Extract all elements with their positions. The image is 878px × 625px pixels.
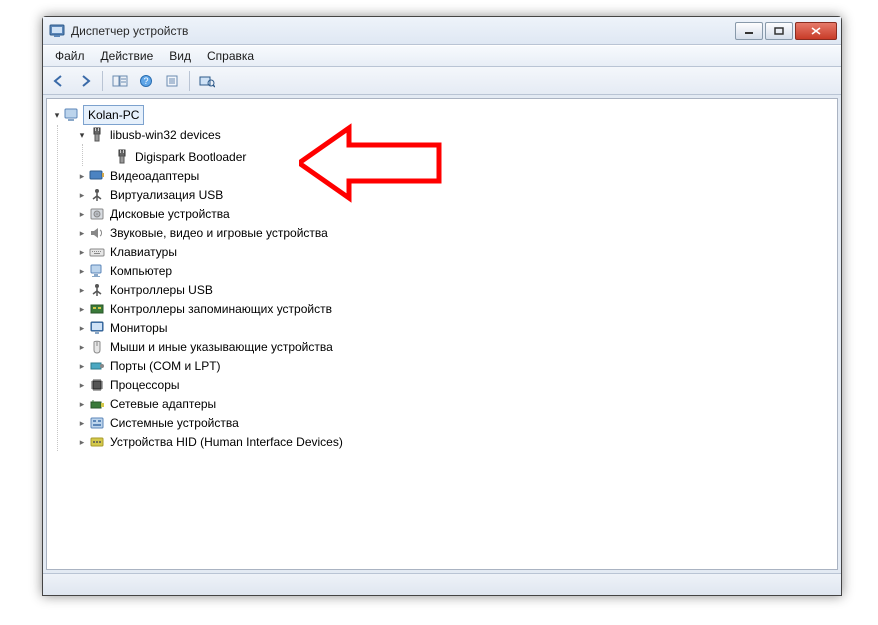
- close-button[interactable]: [795, 22, 837, 40]
- tree-item-label[interactable]: Мониторы: [108, 319, 169, 337]
- usb-controller-icon: [89, 187, 105, 203]
- svg-text:?: ?: [143, 76, 148, 86]
- usb-plug-icon: [89, 127, 105, 143]
- tree-item-label[interactable]: Контроллеры USB: [108, 281, 215, 299]
- expand-toggle[interactable]: [76, 338, 88, 356]
- toolbar-separator: [189, 71, 190, 91]
- expand-toggle[interactable]: [76, 376, 88, 394]
- usb-controller-icon: [89, 282, 105, 298]
- properties-button[interactable]: [160, 70, 184, 92]
- computer-root-icon: [64, 107, 80, 123]
- tree-item-label[interactable]: Digispark Bootloader: [133, 148, 248, 166]
- expand-toggle[interactable]: [76, 414, 88, 432]
- expand-toggle[interactable]: [51, 106, 63, 124]
- tree-item-label[interactable]: Видеоадаптеры: [108, 167, 201, 185]
- window-controls: [733, 22, 837, 40]
- menubar: Файл Действие Вид Справка: [43, 45, 841, 67]
- storage-controller-icon: [89, 301, 105, 317]
- system-device-icon: [89, 415, 105, 431]
- tree-item-label[interactable]: Сетевые адаптеры: [108, 395, 218, 413]
- expand-toggle[interactable]: [76, 224, 88, 242]
- menu-file[interactable]: Файл: [47, 46, 93, 66]
- tree-item-label[interactable]: Контроллеры запоминающих устройств: [108, 300, 334, 318]
- network-adapter-icon: [89, 396, 105, 412]
- tree-item-label[interactable]: Устройства HID (Human Interface Devices): [108, 433, 345, 451]
- expand-toggle[interactable]: [76, 126, 88, 144]
- menu-view[interactable]: Вид: [161, 46, 199, 66]
- show-hidden-button[interactable]: [108, 70, 132, 92]
- toolbar: ?: [43, 67, 841, 95]
- statusbar: [43, 573, 841, 595]
- help-button[interactable]: ?: [134, 70, 158, 92]
- keyboard-icon: [89, 244, 105, 260]
- expand-toggle[interactable]: [76, 433, 88, 451]
- tree-item-label[interactable]: Мыши и иные указывающие устройства: [108, 338, 335, 356]
- device-tree[interactable]: Kolan-PC libusb-win32 devices Digispark B…: [46, 98, 838, 570]
- tree-root-label[interactable]: Kolan-PC: [83, 105, 144, 125]
- maximize-button[interactable]: [765, 22, 793, 40]
- tree-item-label[interactable]: Виртуализация USB: [108, 186, 225, 204]
- expand-toggle[interactable]: [76, 357, 88, 375]
- processor-icon: [89, 377, 105, 393]
- app-icon: [49, 23, 65, 39]
- disk-drive-icon: [89, 206, 105, 222]
- mouse-icon: [89, 339, 105, 355]
- tree-item-label[interactable]: Порты (COM и LPT): [108, 357, 223, 375]
- expand-toggle[interactable]: [76, 262, 88, 280]
- toolbar-separator: [102, 71, 103, 91]
- sound-icon: [89, 225, 105, 241]
- display-adapter-icon: [89, 168, 105, 184]
- device-manager-window: Диспетчер устройств Файл Действие Вид Сп…: [42, 16, 842, 596]
- tree-item-label[interactable]: libusb-win32 devices: [108, 126, 223, 144]
- tree-item-label[interactable]: Системные устройства: [108, 414, 241, 432]
- expand-toggle[interactable]: [76, 319, 88, 337]
- content-area: Kolan-PC libusb-win32 devices Digispark B…: [43, 95, 841, 573]
- ports-icon: [89, 358, 105, 374]
- menu-action[interactable]: Действие: [93, 46, 162, 66]
- usb-plug-icon: [114, 149, 130, 165]
- tree-item-label[interactable]: Процессоры: [108, 376, 182, 394]
- expand-toggle[interactable]: [76, 395, 88, 413]
- expand-toggle[interactable]: [76, 281, 88, 299]
- expand-toggle[interactable]: [76, 243, 88, 261]
- window-title: Диспетчер устройств: [71, 24, 733, 38]
- expand-toggle[interactable]: [76, 167, 88, 185]
- hid-icon: [89, 434, 105, 450]
- titlebar: Диспетчер устройств: [43, 17, 841, 45]
- back-button[interactable]: [47, 70, 71, 92]
- forward-button[interactable]: [73, 70, 97, 92]
- tree-item-label[interactable]: Дисковые устройства: [108, 205, 232, 223]
- monitor-icon: [89, 320, 105, 336]
- tree-item-label[interactable]: Компьютер: [108, 262, 174, 280]
- expand-toggle[interactable]: [76, 205, 88, 223]
- expand-toggle[interactable]: [76, 300, 88, 318]
- minimize-button[interactable]: [735, 22, 763, 40]
- computer-icon: [89, 263, 105, 279]
- menu-help[interactable]: Справка: [199, 46, 262, 66]
- tree-item-label[interactable]: Звуковые, видео и игровые устройства: [108, 224, 330, 242]
- tree-item-label[interactable]: Клавиатуры: [108, 243, 179, 261]
- expand-toggle[interactable]: [76, 186, 88, 204]
- scan-hardware-button[interactable]: [195, 70, 219, 92]
